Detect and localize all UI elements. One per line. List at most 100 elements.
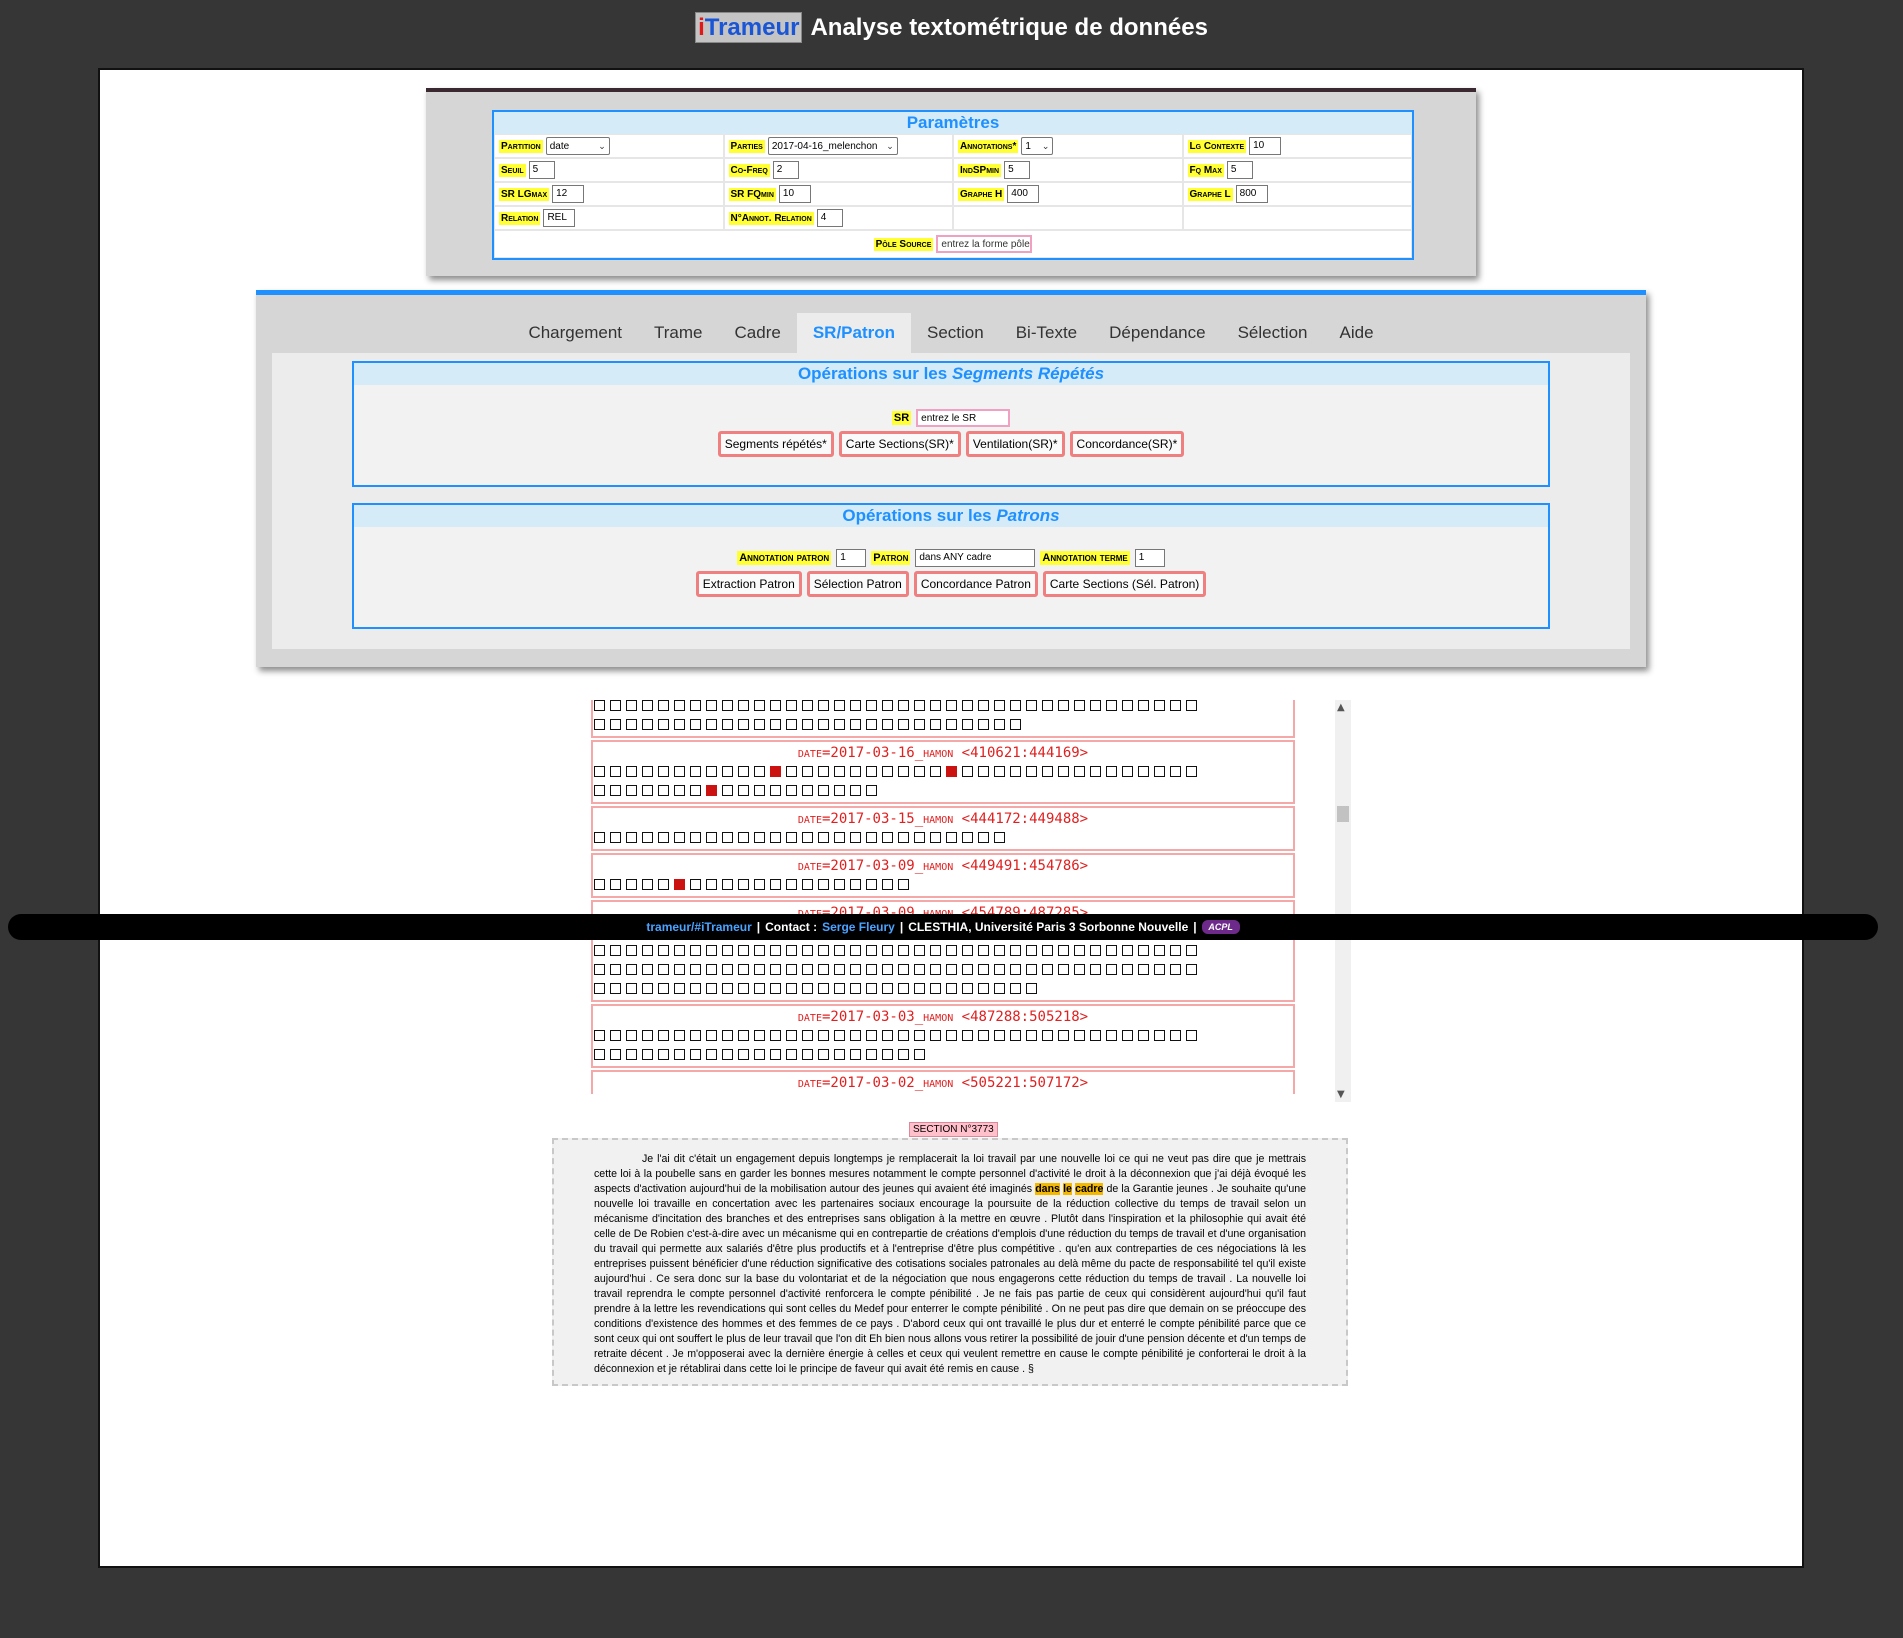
map-square[interactable]	[706, 983, 717, 994]
sr-button-4[interactable]: Concordance(SR)*	[1069, 431, 1185, 457]
map-square[interactable]	[754, 785, 765, 796]
map-square[interactable]	[930, 983, 941, 994]
chevron-down-icon[interactable]: ▼	[1337, 1089, 1345, 1100]
scrollbar-thumb[interactable]	[1337, 806, 1349, 822]
map-square[interactable]	[818, 719, 829, 730]
map-square[interactable]	[610, 832, 621, 843]
map-square[interactable]	[1138, 964, 1149, 975]
map-square[interactable]	[754, 719, 765, 730]
map-square[interactable]	[642, 983, 653, 994]
map-square[interactable]	[722, 700, 733, 711]
map-square[interactable]	[738, 945, 749, 956]
map-square[interactable]	[594, 785, 605, 796]
map-square[interactable]	[882, 879, 893, 890]
map-square[interactable]	[850, 785, 861, 796]
map-square[interactable]	[658, 700, 669, 711]
map-square[interactable]	[994, 945, 1005, 956]
map-square[interactable]	[898, 719, 909, 730]
map-square[interactable]	[802, 1049, 813, 1060]
map-square[interactable]	[754, 879, 765, 890]
map-square[interactable]	[994, 700, 1005, 711]
map-square[interactable]	[962, 983, 973, 994]
map-square[interactable]	[642, 945, 653, 956]
map-square[interactable]	[786, 700, 797, 711]
patron-button-1[interactable]: Extraction Patron	[695, 571, 802, 597]
map-square[interactable]	[1122, 766, 1133, 777]
map-square[interactable]	[866, 766, 877, 777]
map-square[interactable]	[674, 983, 685, 994]
map-square[interactable]	[658, 766, 669, 777]
map-square[interactable]	[610, 879, 621, 890]
map-square[interactable]	[658, 1030, 669, 1041]
map-square[interactable]	[994, 719, 1005, 730]
map-square[interactable]	[626, 945, 637, 956]
map-square[interactable]	[706, 1030, 717, 1041]
map-square[interactable]	[690, 1049, 701, 1060]
map-square[interactable]	[626, 766, 637, 777]
map-square[interactable]	[866, 983, 877, 994]
map-square[interactable]	[642, 719, 653, 730]
map-square[interactable]	[1026, 700, 1037, 711]
map-square[interactable]	[722, 1030, 733, 1041]
map-square[interactable]	[786, 832, 797, 843]
map-square[interactable]	[882, 700, 893, 711]
map-square[interactable]	[690, 832, 701, 843]
map-square[interactable]	[706, 1049, 717, 1060]
map-square[interactable]	[930, 945, 941, 956]
map-square[interactable]	[642, 832, 653, 843]
map-square[interactable]	[930, 832, 941, 843]
map-square[interactable]	[994, 983, 1005, 994]
map-square[interactable]	[690, 700, 701, 711]
map-square[interactable]	[770, 832, 781, 843]
map-square[interactable]	[834, 766, 845, 777]
map-square[interactable]	[850, 1030, 861, 1041]
map-square[interactable]	[994, 766, 1005, 777]
map-square[interactable]	[1170, 964, 1181, 975]
map-square[interactable]	[818, 785, 829, 796]
map-square[interactable]	[882, 983, 893, 994]
map-square[interactable]	[722, 945, 733, 956]
map-square[interactable]	[834, 832, 845, 843]
map-square[interactable]	[946, 983, 957, 994]
indspmin-input[interactable]: 5	[1004, 161, 1031, 179]
map-square[interactable]	[690, 945, 701, 956]
map-square[interactable]	[754, 766, 765, 777]
map-square[interactable]	[770, 1049, 781, 1060]
map-square[interactable]	[658, 832, 669, 843]
map-square[interactable]	[626, 719, 637, 730]
map-square[interactable]	[1058, 766, 1069, 777]
map-square[interactable]	[1026, 766, 1037, 777]
map-square[interactable]	[626, 1049, 637, 1060]
map-square[interactable]	[1042, 700, 1053, 711]
map-section-heading[interactable]: date=2017-03-16_hamon <410621:444169>	[593, 744, 1293, 762]
map-square[interactable]	[722, 766, 733, 777]
map-square[interactable]	[818, 1030, 829, 1041]
map-square[interactable]	[818, 964, 829, 975]
map-square[interactable]	[834, 983, 845, 994]
map-square[interactable]	[978, 964, 989, 975]
map-square[interactable]	[1042, 945, 1053, 956]
tab-cadre[interactable]: Cadre	[719, 313, 797, 353]
map-square[interactable]	[1186, 700, 1197, 711]
map-square[interactable]	[754, 945, 765, 956]
tab-bi-texte[interactable]: Bi-Texte	[1000, 313, 1093, 353]
map-square[interactable]	[882, 945, 893, 956]
map-square[interactable]	[866, 879, 877, 890]
map-square[interactable]	[818, 832, 829, 843]
map-square[interactable]	[706, 964, 717, 975]
map-square[interactable]	[978, 719, 989, 730]
map-square[interactable]	[690, 785, 701, 796]
patron-button-3[interactable]: Concordance Patron	[913, 571, 1038, 597]
map-square[interactable]	[850, 945, 861, 956]
map-square[interactable]	[738, 1030, 749, 1041]
map-square[interactable]	[898, 964, 909, 975]
map-square[interactable]	[610, 983, 621, 994]
map-square-hit[interactable]	[946, 766, 957, 777]
map-square[interactable]	[1026, 964, 1037, 975]
map-square[interactable]	[626, 879, 637, 890]
map-square[interactable]	[770, 700, 781, 711]
map-square[interactable]	[802, 964, 813, 975]
map-square[interactable]	[1122, 964, 1133, 975]
map-square[interactable]	[626, 832, 637, 843]
map-square[interactable]	[1010, 766, 1021, 777]
